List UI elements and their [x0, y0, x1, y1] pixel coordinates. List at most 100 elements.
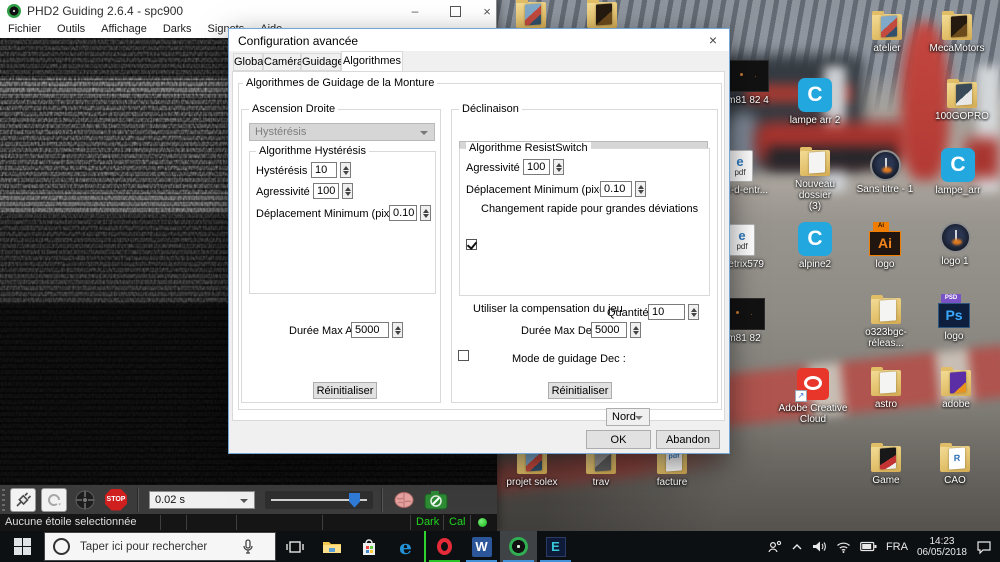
desktop-icon-projet-solex[interactable]: projet solex — [497, 445, 567, 488]
search-input[interactable] — [78, 539, 242, 554]
store-button[interactable] — [350, 531, 387, 562]
desktop-icon-atelier[interactable]: atelier — [852, 11, 922, 54]
desktop-icon-o323bgc[interactable]: o323bgc-réleas... — [851, 295, 921, 349]
exposure-select[interactable]: 0.02 s — [149, 490, 255, 509]
ra-algorithm-select[interactable]: Hystérésis — [249, 123, 435, 141]
hysteresis-field[interactable]: 10 — [311, 162, 337, 178]
dec-max-duration-field[interactable]: 5000 — [591, 322, 627, 338]
desktop-icon-logo-ai[interactable]: Ai Ai logo — [850, 222, 920, 270]
advanced-config-dialog: Configuration avancée × Global Caméra Gu… — [228, 28, 730, 454]
dec-minmove-field[interactable]: 0.10 — [600, 181, 632, 197]
people-icon[interactable] — [767, 540, 782, 554]
ra-max-duration-spinner[interactable] — [392, 322, 403, 338]
stop-button[interactable]: STOP — [103, 488, 129, 512]
speaker-icon[interactable] — [812, 540, 827, 553]
phd2-titlebar[interactable]: PHD2 Guiding 2.6.4 - spc900 – × — [0, 0, 496, 22]
desktop-icon-lampe-arr[interactable]: C lampe_arr — [923, 148, 993, 196]
toolbar-grip[interactable] — [2, 488, 5, 511]
photoshop-file-icon: PSD Ps — [938, 294, 970, 328]
desktop-icon-astro[interactable]: astro — [851, 367, 921, 410]
auto-select-star-button[interactable] — [72, 488, 98, 512]
phd2-taskbar-icon — [509, 537, 528, 556]
desktop-icon-logo-psd[interactable]: PSD Ps logo — [919, 294, 989, 342]
dec-reset-button[interactable]: Réinitialiser — [548, 382, 612, 399]
camera-settings-button[interactable] — [423, 488, 449, 512]
microphone-icon[interactable] — [242, 538, 254, 555]
menu-fichier[interactable]: Fichier — [0, 22, 49, 38]
stretch-slider[interactable] — [265, 490, 373, 509]
ok-button[interactable]: OK — [586, 430, 651, 449]
tab-algorithmes[interactable]: Algorithmes — [341, 51, 403, 72]
ra-group-title: Ascension Droite — [249, 103, 339, 115]
dec-max-duration-spinner[interactable] — [630, 322, 641, 338]
desktop-icon-facture[interactable]: pdf facture — [637, 445, 707, 488]
backlash-comp-checkbox[interactable] — [458, 350, 469, 361]
chevron-up-icon[interactable] — [791, 542, 803, 552]
menu-darks[interactable]: Darks — [155, 22, 200, 38]
ra-minmove-field[interactable]: 0.10 — [389, 205, 417, 221]
taskbar-search[interactable] — [44, 532, 276, 561]
loop-exposure-button[interactable] — [41, 487, 67, 512]
desktop-icon-logo-1[interactable]: logo 1 — [920, 222, 990, 267]
desktop-icon-adobe[interactable]: adobe — [921, 367, 991, 410]
connect-equipment-button[interactable] — [10, 487, 36, 512]
phd2-taskbar-button[interactable] — [500, 531, 537, 562]
maximize-button[interactable] — [438, 0, 472, 22]
desktop-icon-sans-titre-1[interactable]: Sans titre - 1 — [850, 150, 920, 195]
desktop-icon-folder-2[interactable] — [567, 0, 637, 31]
desktop-icon-nouveau-dossier[interactable]: Nouveau dossier (3) — [780, 147, 850, 212]
ra-aggressiveness-spinner[interactable] — [342, 183, 353, 199]
desktop-icon-mecamotors[interactable]: MecaMotors — [922, 11, 992, 54]
opera-icon — [437, 538, 452, 555]
ra-aggressiveness-field[interactable]: 100 — [313, 183, 339, 199]
loop-icon — [48, 493, 61, 506]
wifi-icon[interactable] — [836, 541, 851, 553]
start-button[interactable] — [0, 531, 44, 562]
desktop-icon-folder-1[interactable] — [496, 0, 566, 31]
tray-clock[interactable]: 14:23 06/05/2018 — [917, 536, 967, 558]
menu-outils[interactable]: Outils — [49, 22, 93, 38]
dec-minmove-spinner[interactable] — [635, 181, 646, 197]
quantity-field[interactable]: 10 — [648, 304, 685, 320]
minimize-button[interactable]: – — [398, 0, 432, 22]
desktop-icon-100gopro[interactable]: 100GOPRO — [927, 79, 997, 122]
ra-reset-button[interactable]: Réinitialiser — [313, 382, 377, 399]
desktop-icon-adobe-cc[interactable]: Adobe CreativeCloud — [778, 368, 848, 425]
desktop-icon-cao[interactable]: R CAO — [920, 443, 990, 486]
desktop-icon-trav[interactable]: trav — [566, 445, 636, 488]
opera-button[interactable] — [424, 531, 463, 562]
close-button[interactable]: × — [470, 0, 504, 22]
tab-camera[interactable]: Caméra — [263, 53, 303, 71]
quantity-spinner[interactable] — [688, 304, 699, 320]
tab-global[interactable]: Global — [233, 53, 266, 71]
dec-aggressiveness-field[interactable]: 100 — [523, 159, 550, 175]
tab-guidage[interactable]: Guidage — [301, 53, 344, 71]
cancel-button[interactable]: Abandon — [656, 430, 720, 449]
desktop-icon-game[interactable]: Game — [851, 443, 921, 486]
eqmod-icon: E — [545, 536, 566, 557]
file-explorer-button[interactable] — [313, 531, 350, 562]
dec-guide-mode-select[interactable]: Nord — [606, 408, 650, 426]
menu-affichage[interactable]: Affichage — [93, 22, 155, 38]
eqmod-button[interactable]: E — [537, 531, 574, 562]
ra-max-duration-field[interactable]: 5000 — [351, 322, 389, 338]
word-button[interactable]: W — [463, 531, 500, 562]
dec-aggressiveness-spinner[interactable] — [553, 159, 564, 175]
desktop-icon-alpine2[interactable]: C alpine2 — [780, 222, 850, 270]
fast-switch-checkbox[interactable] — [466, 239, 477, 250]
ra-minmove-spinner[interactable] — [420, 205, 431, 221]
advanced-settings-button[interactable] — [391, 488, 417, 512]
hysteresis-spinner[interactable] — [340, 162, 351, 178]
creative-cloud-icon — [795, 368, 829, 402]
dialog-titlebar[interactable]: Configuration avancée × — [229, 29, 729, 51]
battery-icon[interactable] — [860, 541, 877, 552]
slider-handle[interactable] — [349, 492, 360, 508]
keyboard-language[interactable]: FRA — [886, 541, 908, 553]
notification-center-icon[interactable] — [976, 540, 992, 554]
task-view-button[interactable] — [276, 531, 313, 562]
folder-icon — [587, 0, 617, 28]
desktop-icon-lampe-arr-2[interactable]: C lampe arr 2 — [780, 78, 850, 126]
dialog-close-button[interactable]: × — [703, 32, 723, 48]
edge-button[interactable]: e — [387, 531, 424, 562]
word-icon: W — [471, 536, 492, 557]
